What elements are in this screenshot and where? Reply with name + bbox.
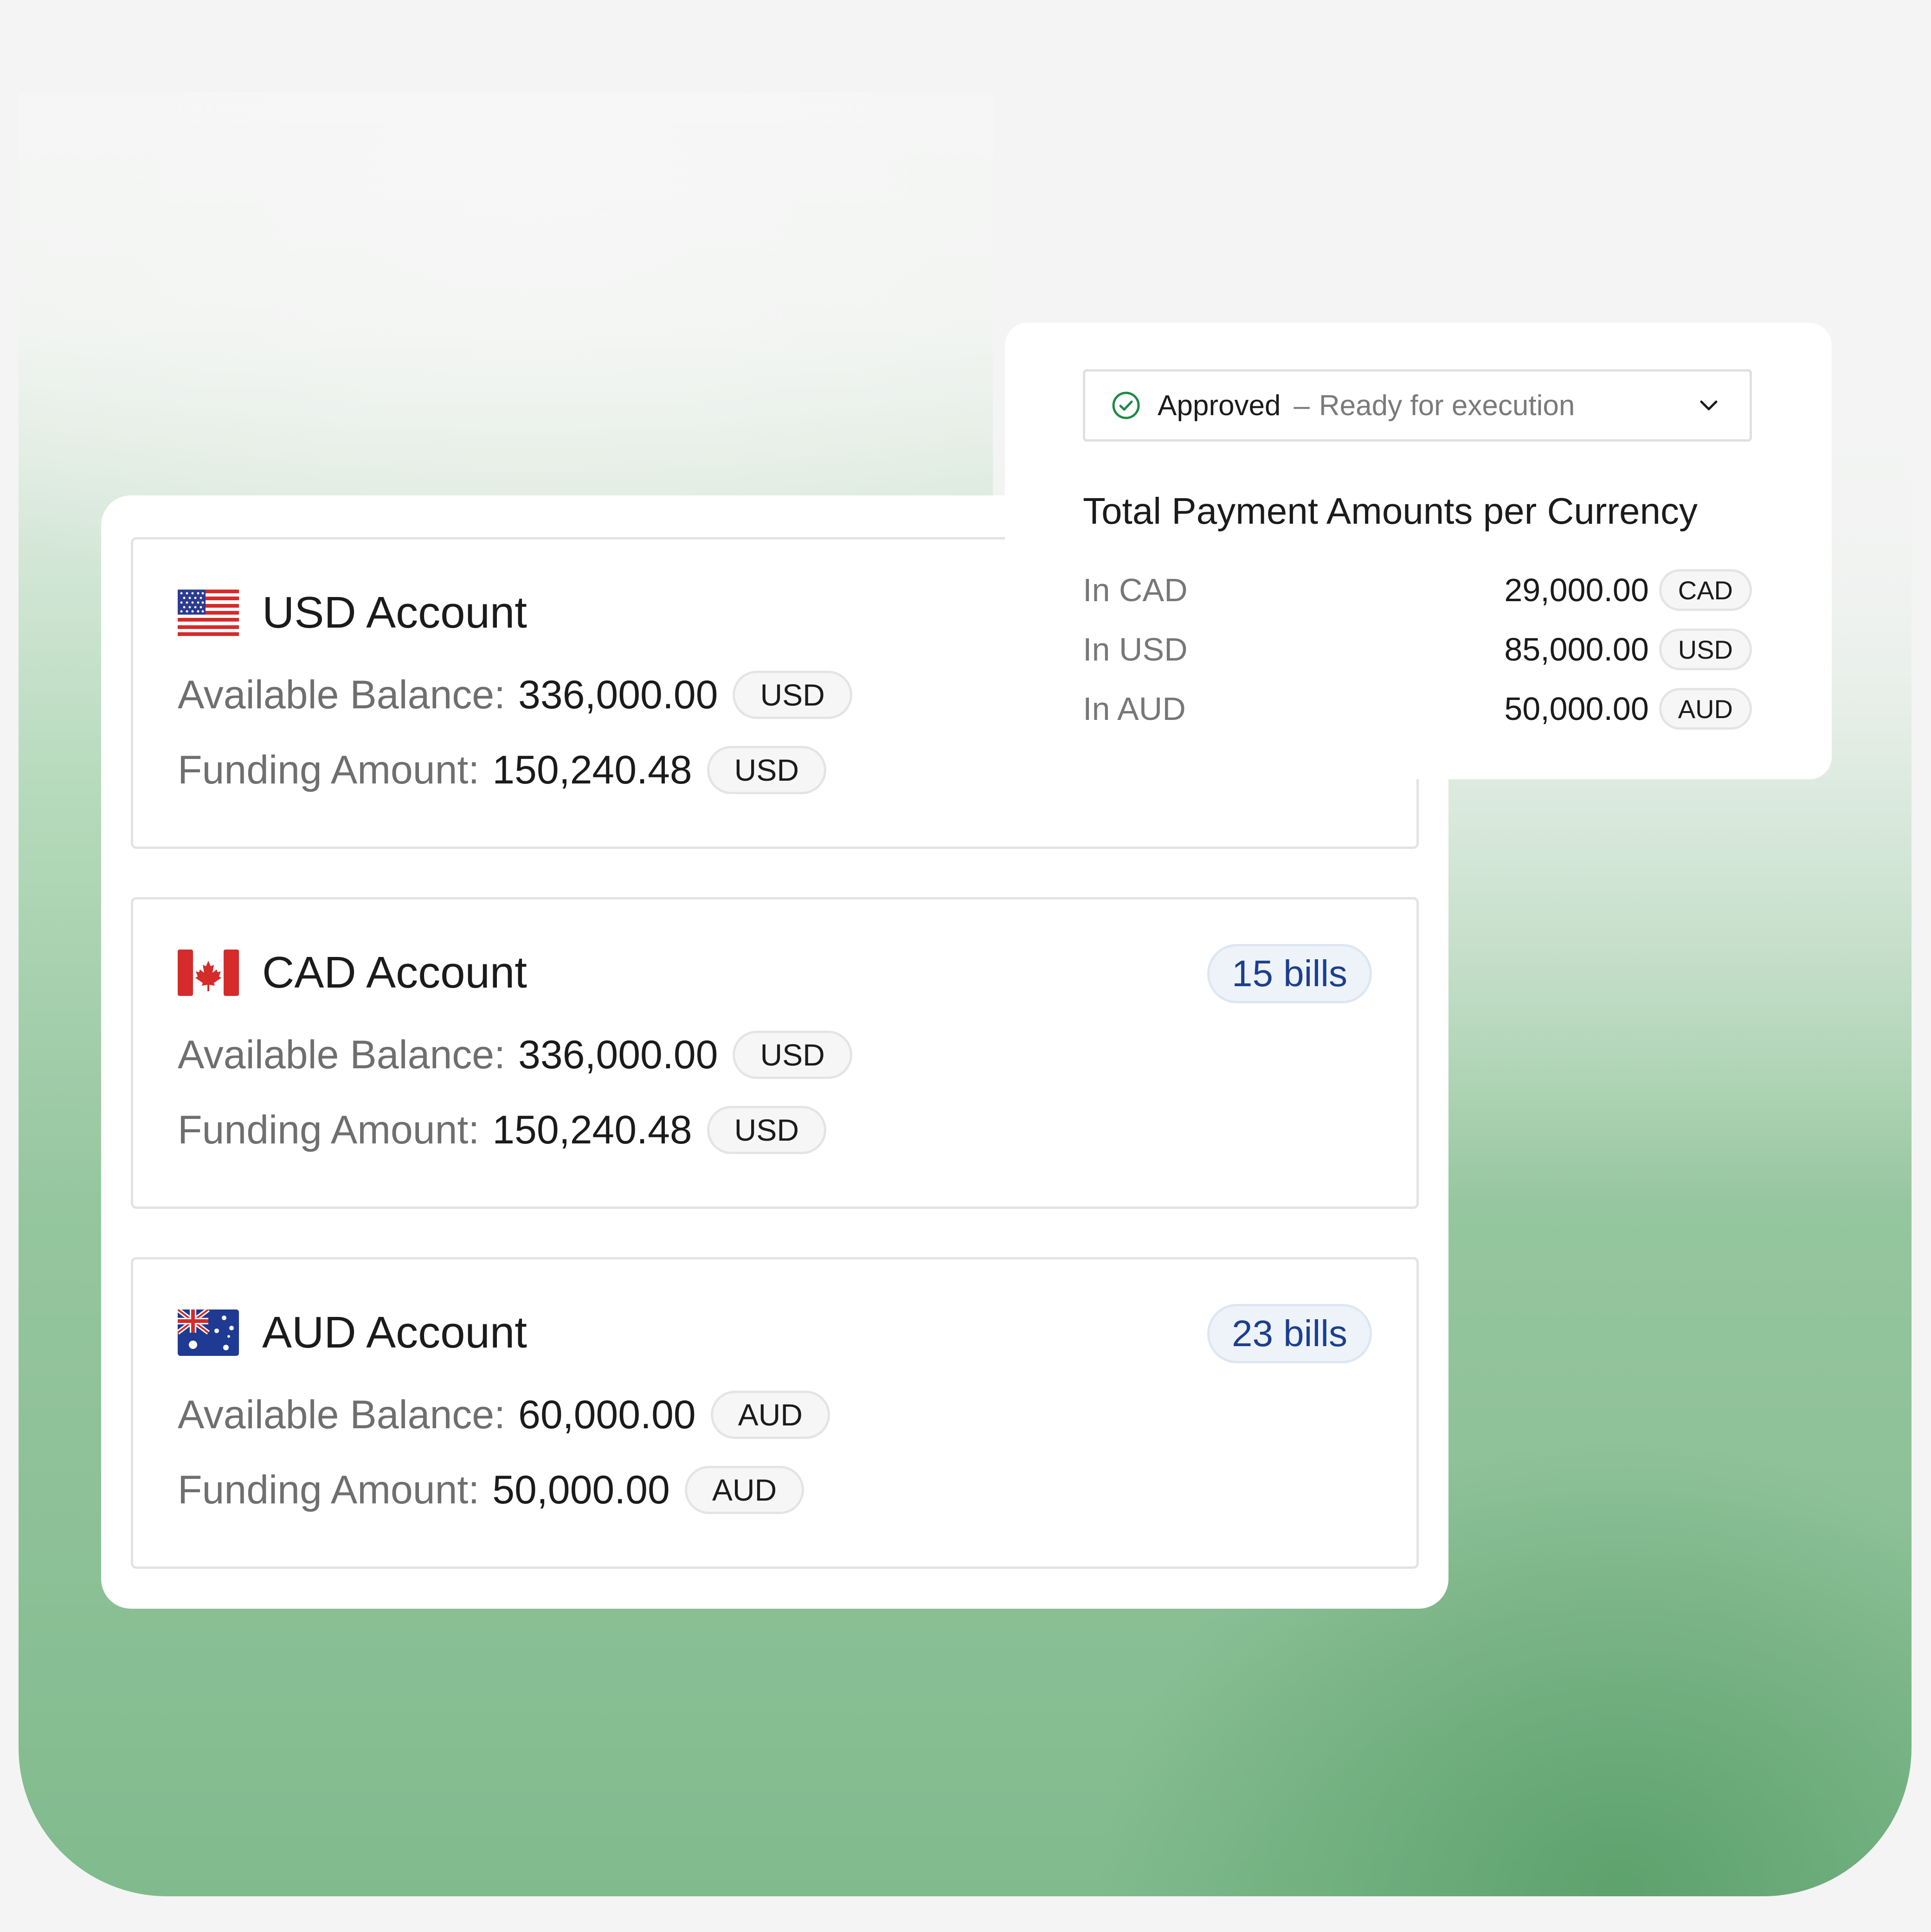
account-card-cad[interactable]: CAD Account 15 bills Available Balance: …	[131, 897, 1419, 1209]
funding-amount-row: Funding Amount: 150,240.48 USD	[178, 745, 826, 796]
currency-badge: AUD	[1659, 688, 1752, 730]
currency-total-row: In AUD 50,000.00 AUD	[1083, 686, 1752, 732]
currency-total-label: In USD	[1083, 631, 1188, 668]
currency-total-amount: 29,000.00 CAD	[1504, 567, 1752, 613]
funding-amount-row: Funding Amount: 150,240.48 USD	[178, 1104, 826, 1155]
bills-count-badge[interactable]: 15 bills	[1207, 944, 1372, 1003]
account-header: CAD Account	[178, 944, 527, 1001]
funding-amount-value: 150,240.48	[492, 1107, 692, 1152]
currency-badge: AUD	[684, 1466, 805, 1514]
australia-flag-icon	[178, 1309, 239, 1356]
account-title: AUD Account	[262, 1308, 527, 1357]
status-dropdown[interactable]: Approved – Ready for execution	[1083, 369, 1752, 442]
funding-amount-label: Funding Amount:	[178, 1107, 480, 1152]
available-balance-row: Available Balance: 336,000.00 USD	[178, 1029, 852, 1080]
currency-badge: USD	[733, 1031, 852, 1079]
status-sublabel: Ready for execution	[1319, 389, 1575, 422]
currency-total-label: In CAD	[1083, 572, 1188, 608]
currency-total-row: In CAD 29,000.00 CAD	[1083, 567, 1752, 613]
currency-total-amount: 50,000.00 AUD	[1504, 686, 1752, 732]
currency-total-value: 50,000.00	[1504, 691, 1649, 727]
account-header: AUD Account	[178, 1304, 527, 1361]
account-header: USD Account	[178, 584, 527, 642]
currency-total-value: 29,000.00	[1504, 572, 1649, 608]
currency-badge: AUD	[710, 1391, 830, 1439]
account-title: CAD Account	[262, 948, 527, 997]
status-separator: –	[1294, 389, 1310, 422]
available-balance-label: Available Balance:	[178, 1032, 506, 1077]
available-balance-label: Available Balance:	[178, 1392, 506, 1437]
funding-amount-value: 150,240.48	[492, 747, 692, 792]
available-balance-value: 60,000.00	[518, 1392, 696, 1437]
currency-badge: USD	[707, 746, 826, 794]
funding-amount-label: Funding Amount:	[178, 747, 480, 792]
account-card-aud[interactable]: AUD Account 23 bills Available Balance: …	[131, 1257, 1419, 1569]
currency-badge: CAD	[1659, 569, 1752, 611]
status-label: Approved	[1158, 389, 1281, 422]
funding-amount-row: Funding Amount: 50,000.00 AUD	[178, 1464, 805, 1515]
available-balance-value: 336,000.00	[518, 672, 718, 717]
available-balance-row: Available Balance: 336,000.00 USD	[178, 669, 852, 720]
funding-amount-value: 50,000.00	[492, 1467, 670, 1512]
us-flag-icon	[178, 590, 239, 636]
available-balance-value: 336,000.00	[518, 1032, 718, 1077]
payment-summary-card: Approved – Ready for execution Total Pay…	[1005, 323, 1832, 779]
check-circle-icon	[1112, 392, 1140, 419]
currency-total-label: In AUD	[1083, 691, 1186, 727]
currency-total-amount: 85,000.00 USD	[1504, 626, 1752, 673]
available-balance-label: Available Balance:	[178, 672, 506, 717]
currency-badge: USD	[1659, 629, 1752, 670]
funding-amount-label: Funding Amount:	[178, 1467, 480, 1512]
currency-total-value: 85,000.00	[1504, 631, 1649, 668]
available-balance-row: Available Balance: 60,000.00 AUD	[178, 1389, 830, 1440]
currency-total-row: In USD 85,000.00 USD	[1083, 626, 1752, 673]
currency-badge: USD	[707, 1106, 826, 1154]
summary-title: Total Payment Amounts per Currency	[1083, 490, 1698, 532]
currency-badge: USD	[733, 671, 852, 719]
account-title: USD Account	[262, 588, 527, 637]
chevron-down-icon[interactable]	[1696, 392, 1722, 418]
bills-count-badge[interactable]: 23 bills	[1207, 1304, 1372, 1363]
canada-flag-icon	[178, 950, 239, 996]
